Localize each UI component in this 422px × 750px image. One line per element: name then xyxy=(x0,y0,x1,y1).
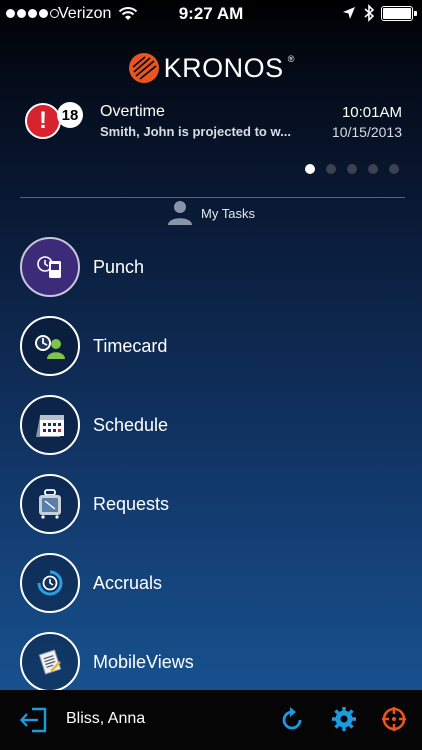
notification-banner[interactable]: ! 18 Overtime Smith, John is projected t… xyxy=(0,98,422,148)
footer-bar: Bliss, Anna xyxy=(0,690,422,750)
task-accruals-circle[interactable] xyxy=(20,553,80,613)
task-timecard[interactable]: Timecard xyxy=(20,315,400,377)
kronos-logo-mark-icon xyxy=(128,53,159,83)
page-dot[interactable] xyxy=(368,164,378,174)
timecard-icon xyxy=(35,335,65,359)
notification-time: 10:01AM xyxy=(341,104,402,121)
task-mobileviews-circle[interactable] xyxy=(20,632,80,692)
person-icon xyxy=(168,201,193,225)
my-tasks-header: My Tasks xyxy=(0,199,422,226)
calendar-icon xyxy=(36,415,64,437)
page-dot[interactable] xyxy=(347,164,357,174)
logo-registered-mark: ® xyxy=(287,54,295,64)
divider xyxy=(20,197,405,198)
task-label: MobileViews xyxy=(93,651,194,672)
logo-text: KRONOS xyxy=(163,52,284,83)
page-dot[interactable] xyxy=(305,164,315,174)
document-icon xyxy=(38,649,62,675)
task-punch[interactable]: Punch xyxy=(20,236,400,298)
location-arrow-icon xyxy=(343,7,355,19)
page-indicator[interactable] xyxy=(305,164,399,174)
notification-count-badge: 18 xyxy=(57,102,83,128)
page-dot[interactable] xyxy=(326,164,336,174)
task-label: Accruals xyxy=(93,572,163,593)
notification-body: Smith, John is projected to w... xyxy=(100,124,291,139)
punch-clock-icon xyxy=(37,256,61,278)
task-accruals[interactable]: Accruals xyxy=(20,552,400,614)
battery-icon xyxy=(381,6,417,21)
task-requests[interactable]: Requests xyxy=(20,473,400,535)
bluetooth-icon xyxy=(364,4,375,22)
notification-date: 10/15/2013 xyxy=(331,124,402,140)
task-schedule-circle[interactable] xyxy=(20,395,80,455)
my-tasks-label: My Tasks xyxy=(201,206,255,221)
status-bar: Verizon 9:27 AM xyxy=(0,0,422,28)
notification-title: Overtime xyxy=(100,103,165,120)
task-label: Timecard xyxy=(93,335,168,356)
alert-icon: ! xyxy=(25,103,61,139)
task-label: Schedule xyxy=(93,414,169,435)
gear-icon[interactable] xyxy=(331,706,357,732)
task-requests-circle[interactable] xyxy=(20,474,80,534)
target-icon[interactable] xyxy=(381,706,407,732)
task-schedule[interactable]: Schedule xyxy=(20,394,400,456)
accruals-clock-icon xyxy=(37,570,63,596)
kronos-logo: KRONOS ® xyxy=(0,52,422,84)
task-punch-circle[interactable] xyxy=(20,237,80,297)
status-time: 9:27 AM xyxy=(178,4,244,23)
logout-icon[interactable] xyxy=(20,707,48,733)
task-label: Requests xyxy=(93,493,170,514)
user-name: Bliss, Anna xyxy=(66,710,146,727)
refresh-icon[interactable] xyxy=(279,707,305,733)
task-label: Punch xyxy=(93,256,145,277)
page-dot[interactable] xyxy=(389,164,399,174)
task-timecard-circle[interactable] xyxy=(20,316,80,376)
suitcase-icon xyxy=(39,489,61,519)
task-mobileviews[interactable]: MobileViews xyxy=(20,631,400,693)
